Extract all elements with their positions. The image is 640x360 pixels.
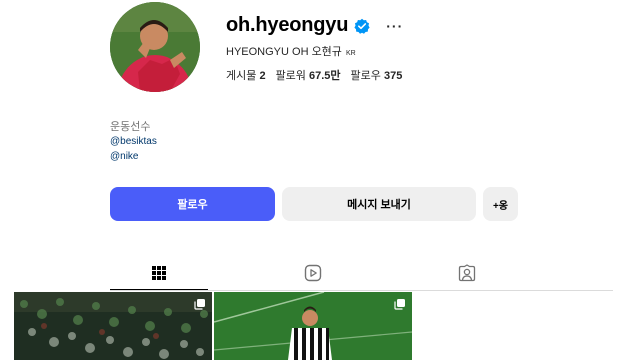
country-badge: KR: [345, 50, 356, 57]
post-image-player: [214, 292, 412, 360]
multiple-photos-icon: [394, 299, 405, 310]
post-thumbnail-1[interactable]: [14, 292, 212, 360]
stat-followers-label: 팔로워: [275, 70, 306, 82]
stat-posts-value: 2: [259, 70, 266, 82]
follow-button[interactable]: 팔로우: [110, 187, 275, 221]
tab-tagged[interactable]: [456, 262, 478, 284]
tab-reels[interactable]: [302, 262, 324, 284]
tab-posts[interactable]: [148, 262, 170, 284]
grid-icon: [152, 266, 166, 280]
bio-link-nike[interactable]: @nike: [110, 151, 139, 162]
stat-following-value: 375: [383, 70, 403, 82]
username-row: oh.hyeongyu ···: [226, 14, 403, 37]
active-tab-indicator: [110, 289, 208, 290]
bio-link-besiktas[interactable]: @besiktas: [110, 136, 157, 147]
stat-following[interactable]: 팔로우 375: [351, 67, 403, 83]
add-user-button[interactable]: +옹: [483, 187, 518, 221]
fullname-row: HYEONGYU OH 오현규 KR: [226, 43, 356, 59]
profile-stats: 게시물 2 팔로워 67.5만 팔로우 375: [226, 67, 402, 83]
stat-followers-value: 67.5만: [309, 70, 341, 82]
reels-icon: [304, 264, 322, 282]
post-image-crowd: [14, 292, 212, 360]
multiple-photos-icon: [194, 299, 205, 310]
profile-category: 운동선수: [110, 121, 151, 133]
tabs-divider: [110, 290, 613, 291]
post-thumbnail-2[interactable]: [214, 292, 412, 360]
full-name: HYEONGYU OH 오현규: [226, 46, 342, 58]
verified-badge-icon: [354, 18, 370, 34]
stat-followers[interactable]: 팔로워 67.5만: [276, 67, 341, 83]
stat-following-label: 팔로우: [350, 70, 381, 82]
avatar-image: [110, 2, 200, 92]
profile-avatar[interactable]: [110, 2, 200, 92]
tagged-user-icon: [458, 264, 476, 282]
more-options-icon[interactable]: ···: [386, 18, 403, 34]
username: oh.hyeongyu: [226, 14, 349, 36]
message-button[interactable]: 메시지 보내기: [282, 187, 476, 221]
stat-posts: 게시물 2: [226, 67, 266, 83]
stat-posts-label: 게시물: [226, 70, 257, 82]
